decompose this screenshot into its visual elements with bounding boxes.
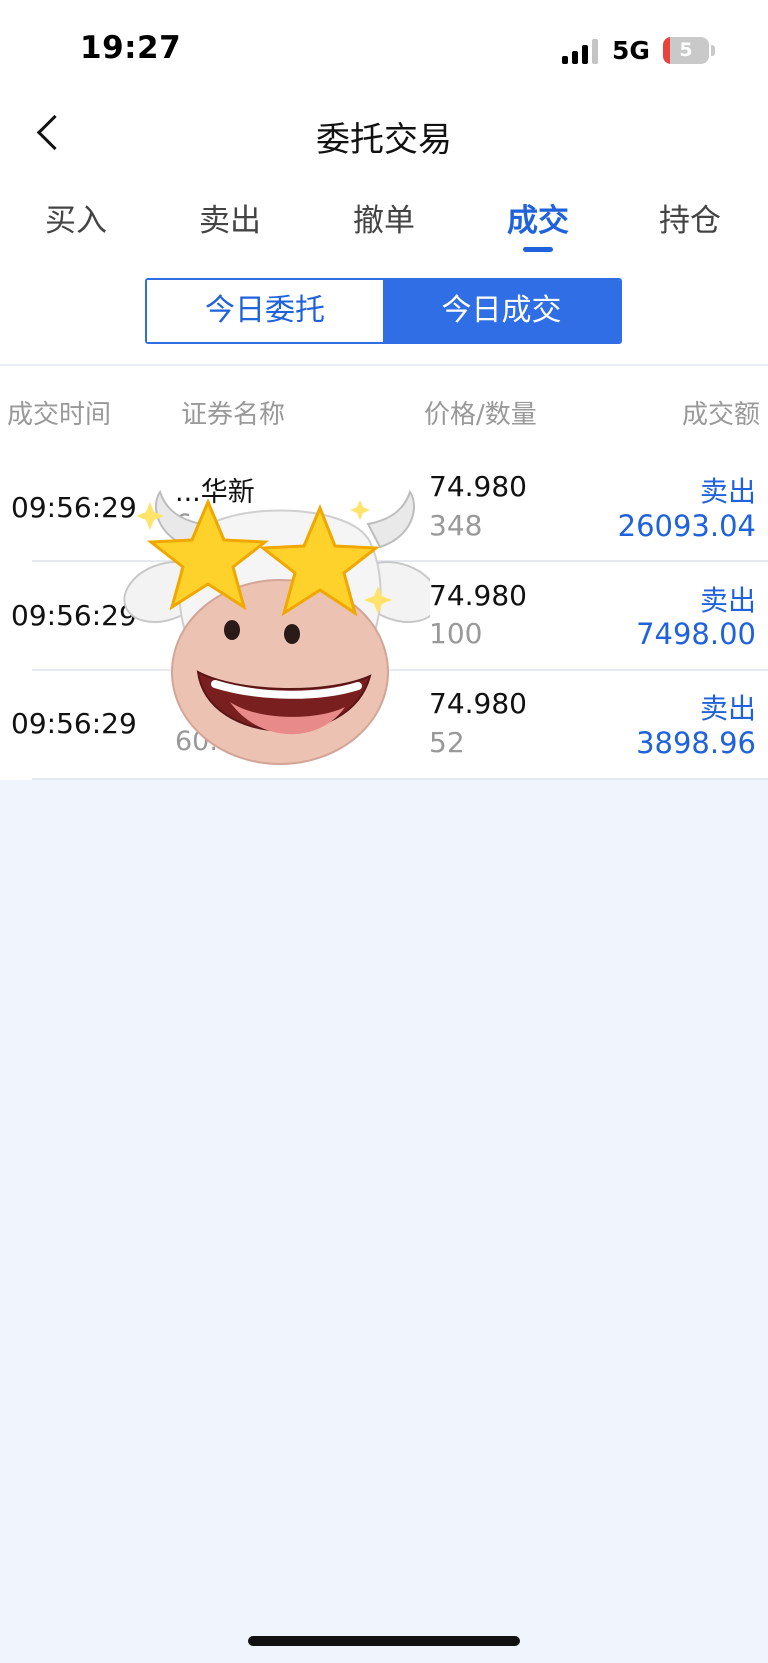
segment-today-deals[interactable]: 今日成交 [383, 280, 620, 342]
header-price-qty: 价格/数量 [424, 400, 537, 430]
page-title: 委托交易 [316, 120, 452, 160]
battery-level: 5 [679, 39, 693, 61]
tab-buy[interactable]: 买入 [16, 195, 136, 240]
network-label: 5G [612, 36, 650, 65]
row-direction: 卖出 [699, 475, 756, 508]
active-tab-indicator [523, 247, 553, 252]
row-amount: 3898.96 [636, 726, 756, 760]
row-quantity: 348 [429, 509, 483, 542]
battery-tip [711, 45, 715, 56]
row-amount: 7498.00 [636, 617, 756, 651]
row-divider [32, 778, 768, 780]
header-time: 成交时间 [7, 400, 112, 430]
tab-sell[interactable]: 卖出 [170, 195, 290, 240]
segmented-control: 今日委托 今日成交 [145, 278, 622, 344]
signal-icon [562, 38, 602, 64]
row-direction: 卖出 [699, 584, 756, 617]
battery-icon: 5 [663, 37, 709, 64]
row-time: 09:56:29 [11, 707, 137, 740]
row-direction: 卖出 [699, 692, 756, 725]
status-time: 19:27 [80, 30, 182, 66]
row-price: 74.980 [429, 687, 527, 720]
row-amount: 26093.04 [617, 509, 756, 543]
row-price: 74.980 [429, 579, 527, 612]
tab-deals[interactable]: 成交 [478, 195, 598, 240]
row-quantity: 100 [429, 617, 483, 650]
tab-bar: 买入 卖出 撤单 成交 持仓 [0, 195, 768, 261]
header-name: 证券名称 [181, 400, 286, 430]
header-amount: 成交额 [681, 400, 760, 430]
home-indicator[interactable] [248, 1636, 520, 1646]
row-price: 74.980 [429, 470, 527, 503]
status-bar: 19:27 5G 5 [0, 0, 768, 96]
tab-positions[interactable]: 持仓 [630, 195, 750, 240]
row-time: 09:56:29 [11, 491, 137, 524]
segment-today-orders[interactable]: 今日委托 [147, 280, 383, 342]
tab-cancel[interactable]: 撤单 [324, 195, 444, 240]
row-time: 09:56:29 [11, 599, 137, 632]
cow-star-eyes-icon [120, 462, 440, 772]
row-quantity: 52 [429, 726, 465, 759]
divider [0, 364, 768, 366]
